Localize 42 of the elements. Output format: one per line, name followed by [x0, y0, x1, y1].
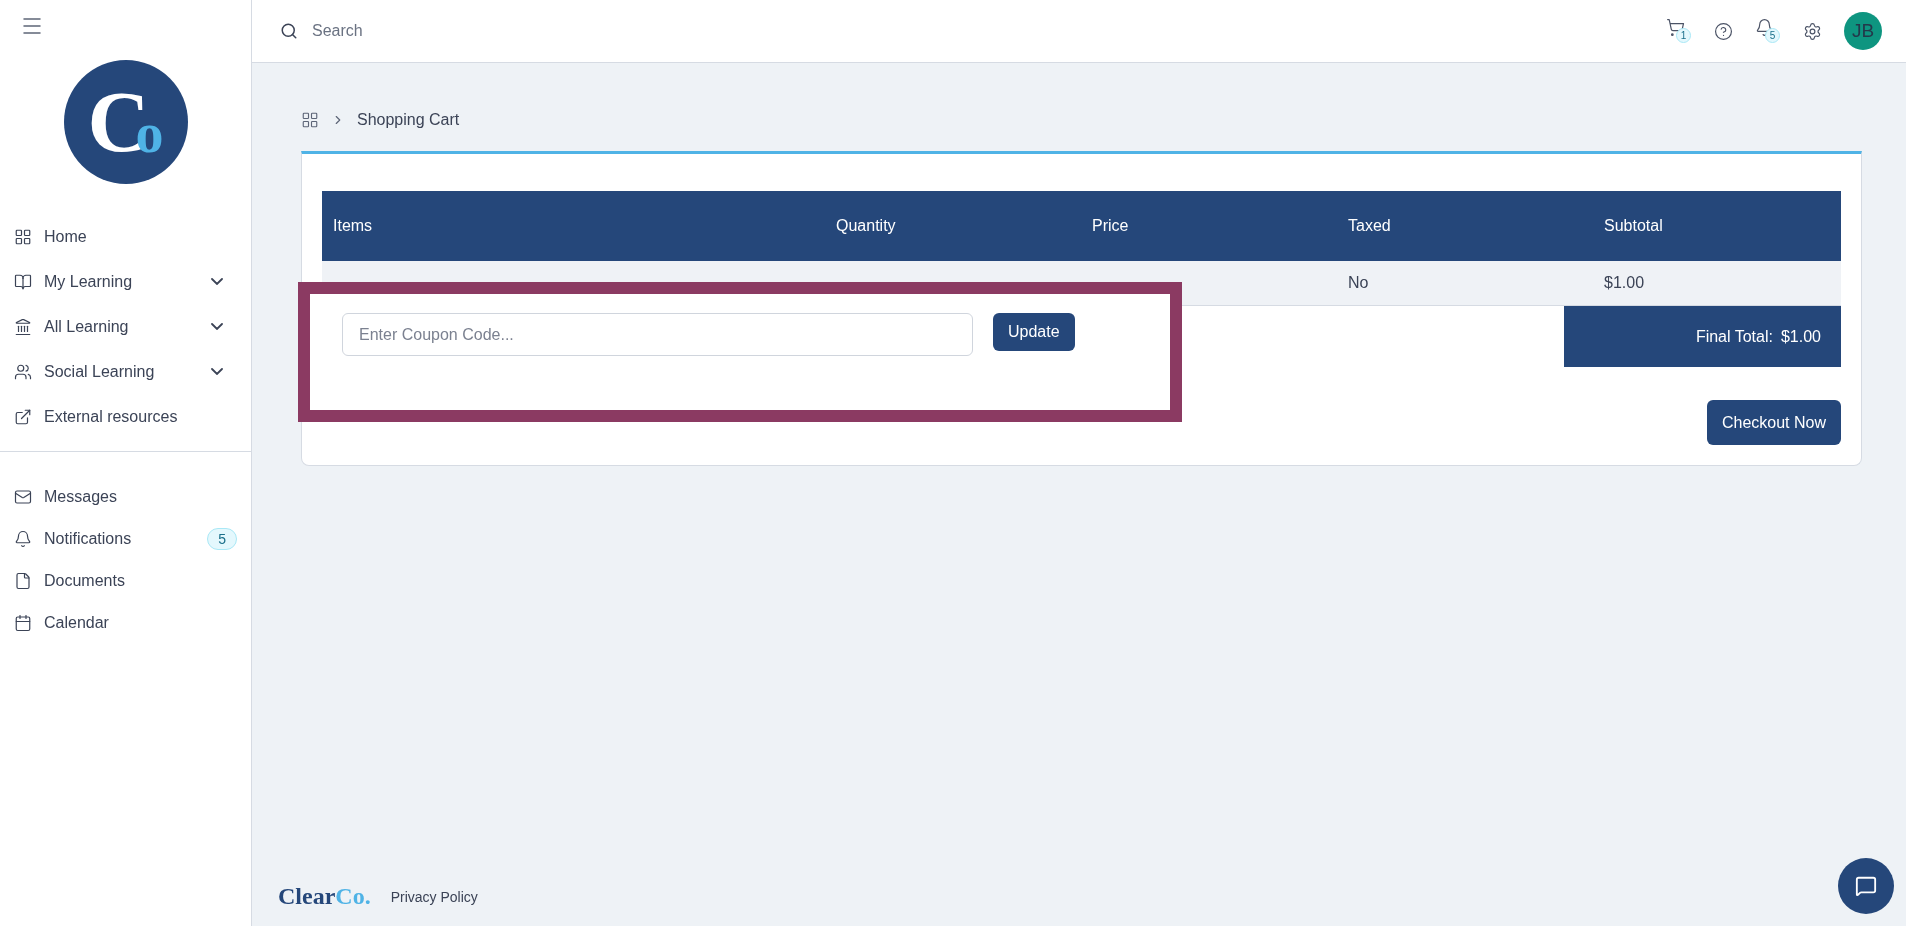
nav-item[interactable]: Social Learning — [0, 349, 251, 394]
nav-item[interactable]: All Learning — [0, 304, 251, 349]
external-link-icon — [14, 407, 32, 426]
brand-logo: ClearCo. — [278, 883, 371, 910]
table-cell: No — [1337, 261, 1593, 306]
chat-button[interactable] — [1838, 858, 1894, 914]
total-value: $1.00 — [1780, 327, 1821, 346]
file-icon — [14, 572, 32, 590]
nav-item[interactable]: Messages — [0, 476, 251, 518]
nav-item[interactable]: Home — [0, 214, 251, 259]
nav-item[interactable]: External resources — [0, 394, 251, 439]
bell-icon — [14, 530, 32, 548]
nav-item[interactable]: My Learning — [0, 259, 251, 304]
count-badge: 5 — [207, 528, 237, 550]
column-header: Items — [322, 191, 825, 261]
cart-button[interactable]: 1 — [1666, 17, 1692, 45]
search-icon — [280, 22, 298, 40]
chat-icon — [1855, 875, 1877, 897]
table-cell: $1.00 — [1593, 261, 1841, 306]
checkout-button[interactable]: Checkout Now — [1706, 400, 1841, 445]
bank-icon — [14, 317, 32, 336]
mail-icon — [14, 488, 32, 506]
nav-item[interactable]: Calendar — [0, 602, 251, 644]
coupon-field[interactable]: Enter Coupon Code... — [342, 313, 973, 356]
grid-icon[interactable] — [301, 111, 319, 129]
calendar-icon — [14, 614, 32, 632]
users-icon — [14, 362, 32, 381]
column-header: Taxed — [1337, 191, 1593, 261]
help-icon[interactable] — [1714, 21, 1733, 41]
settings-icon[interactable] — [1803, 21, 1822, 41]
column-header: Subtotal — [1593, 191, 1841, 261]
column-header: Quantity — [825, 191, 1081, 261]
notifications-button[interactable]: 5 — [1755, 17, 1781, 45]
privacy-policy-link[interactable]: Privacy Policy — [390, 888, 478, 905]
book-icon — [14, 272, 32, 291]
nav-item[interactable]: Documents — [0, 560, 251, 602]
update-button[interactable]: Update — [993, 313, 1075, 351]
column-header: Price — [1081, 191, 1337, 261]
total-label: Final Total: — [1695, 327, 1773, 346]
grid-icon — [14, 227, 32, 246]
breadcrumb-item: Shopping Cart — [357, 111, 460, 129]
nav-item[interactable]: Notifications 5 — [0, 518, 251, 560]
